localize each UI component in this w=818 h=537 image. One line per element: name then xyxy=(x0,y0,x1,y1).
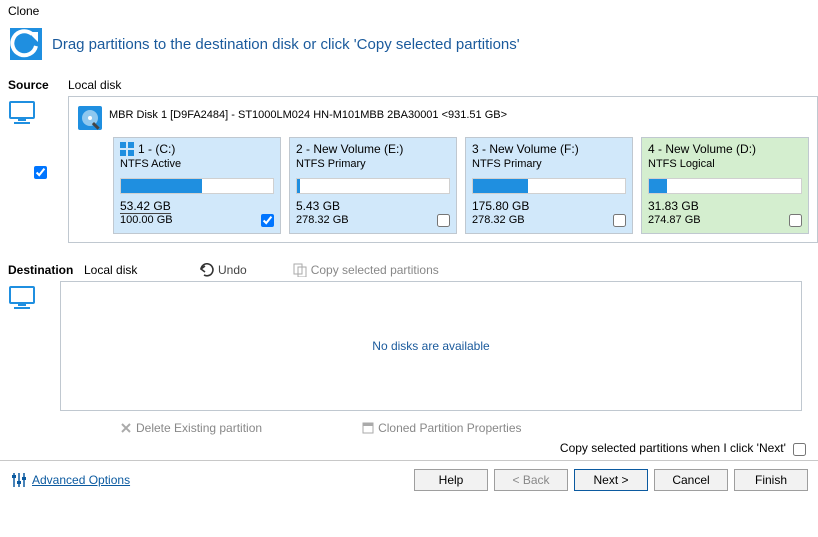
usage-bar xyxy=(648,178,802,194)
next-button[interactable]: Next > xyxy=(574,469,648,491)
partition-size: 175.80 GB278.32 GB xyxy=(472,200,626,227)
source-label: Source xyxy=(8,78,68,92)
partition-properties-button[interactable]: Cloned Partition Properties xyxy=(362,421,521,435)
partition-type: NTFS Logical xyxy=(648,158,802,170)
copy-partitions-button[interactable]: Copy selected partitions xyxy=(293,263,439,277)
delete-label: Delete Existing partition xyxy=(136,421,262,435)
destination-empty-text: No disks are available xyxy=(372,339,489,353)
footer: Advanced Options Help < Back Next > Canc… xyxy=(0,463,818,497)
partition-card[interactable]: 2 - New Volume (E:) NTFS Primary 5.43 GB27… xyxy=(289,137,457,234)
partition-card[interactable]: 1 - (C:) NTFS Active 53.42 GB100.00 GB xyxy=(113,137,281,234)
usage-bar xyxy=(472,178,626,194)
source-section: Source Local disk MBR Disk 1 [D9FA2484] … xyxy=(0,78,818,243)
usage-bar xyxy=(120,178,274,194)
undo-label: Undo xyxy=(218,263,247,277)
undo-button[interactable]: Undo xyxy=(200,263,247,277)
clone-icon xyxy=(10,28,42,60)
hint-text: Copy selected partitions when I click 'N… xyxy=(560,441,786,455)
disk-title: MBR Disk 1 [D9FA2484] - ST1000LM024 HN-M… xyxy=(109,109,507,121)
copy-label: Copy selected partitions xyxy=(311,263,439,277)
partition-type: NTFS Primary xyxy=(472,158,626,170)
properties-label: Cloned Partition Properties xyxy=(378,421,521,435)
windows-icon xyxy=(120,142,134,156)
destination-sublabel: Local disk xyxy=(84,263,184,277)
partition-name: 3 - New Volume (F:) xyxy=(472,142,579,156)
partition-checkbox[interactable] xyxy=(789,214,802,227)
finish-button[interactable]: Finish xyxy=(734,469,808,491)
partition-type: NTFS Active xyxy=(120,158,274,170)
advanced-options-link[interactable]: Advanced Options xyxy=(32,473,130,487)
partition-checkbox[interactable] xyxy=(613,214,626,227)
help-button[interactable]: Help xyxy=(414,469,488,491)
source-disk-checkbox[interactable] xyxy=(34,166,47,179)
cancel-button[interactable]: Cancel xyxy=(654,469,728,491)
source-disk-box: MBR Disk 1 [D9FA2484] - ST1000LM024 HN-M… xyxy=(68,96,818,243)
header: Drag partitions to the destination disk … xyxy=(0,20,818,78)
hint-checkbox[interactable] xyxy=(793,443,806,456)
undo-icon xyxy=(200,263,214,277)
destination-box: No disks are available xyxy=(60,281,802,411)
copy-icon xyxy=(293,263,307,277)
monitor-icon xyxy=(8,98,36,126)
partition-size: 5.43 GB278.32 GB xyxy=(296,200,450,227)
back-button[interactable]: < Back xyxy=(494,469,568,491)
hint-row: Copy selected partitions when I click 'N… xyxy=(0,435,818,458)
partition-checkbox[interactable] xyxy=(261,214,274,227)
hard-disk-icon xyxy=(77,105,103,131)
header-text: Drag partitions to the destination disk … xyxy=(52,36,520,53)
window-title: Clone xyxy=(0,0,818,20)
partition-size: 31.83 GB274.87 GB xyxy=(648,200,802,227)
destination-header: Destination Local disk Undo Copy selecte… xyxy=(0,263,818,277)
partition-actions: Delete Existing partition Cloned Partiti… xyxy=(120,421,810,435)
partition-size: 53.42 GB100.00 GB xyxy=(120,200,274,227)
partition-name: 4 - New Volume (D:) xyxy=(648,142,756,156)
partition-name: 1 - (C:) xyxy=(138,142,175,156)
separator xyxy=(0,460,818,461)
delete-partition-button[interactable]: Delete Existing partition xyxy=(120,421,262,435)
delete-icon xyxy=(120,422,132,434)
partition-card[interactable]: 3 - New Volume (F:) NTFS Primary 175.80 GB… xyxy=(465,137,633,234)
partition-name: 2 - New Volume (E:) xyxy=(296,142,403,156)
usage-bar xyxy=(296,178,450,194)
sliders-icon xyxy=(10,471,28,489)
source-sublabel: Local disk xyxy=(68,78,818,92)
properties-icon xyxy=(362,422,374,434)
partition-type: NTFS Primary xyxy=(296,158,450,170)
partition-checkbox[interactable] xyxy=(437,214,450,227)
monitor-icon xyxy=(8,283,36,311)
destination-label: Destination xyxy=(8,263,68,277)
partition-card[interactable]: 4 - New Volume (D:) NTFS Logical 31.83 GB2… xyxy=(641,137,809,234)
